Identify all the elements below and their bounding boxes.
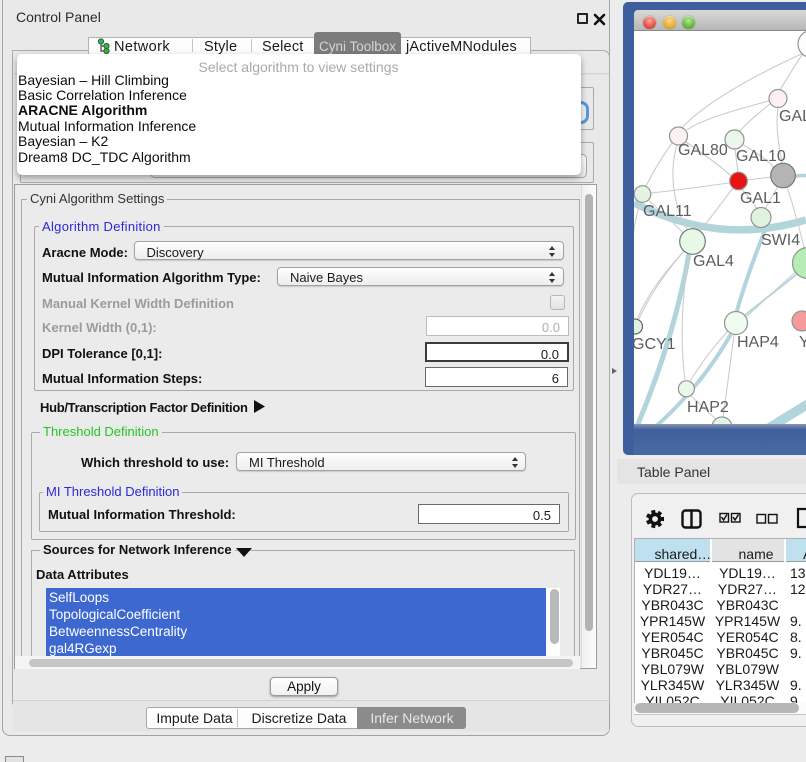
svg-text:GAL80: GAL80 <box>678 142 728 159</box>
svg-text:GAL4: GAL4 <box>693 253 734 270</box>
svg-text:GCY1: GCY1 <box>634 336 676 353</box>
svg-text:GAL1: GAL1 <box>740 190 781 207</box>
svg-text:GAL10: GAL10 <box>736 148 786 165</box>
svg-text:Y: Y <box>799 334 806 351</box>
svg-text:SWI4: SWI4 <box>761 232 800 249</box>
svg-text:HAP2: HAP2 <box>687 399 729 416</box>
svg-text:GAL11: GAL11 <box>643 203 692 220</box>
svg-text:GAL7: GAL7 <box>779 108 806 125</box>
svg-text:HAP4: HAP4 <box>737 334 779 351</box>
